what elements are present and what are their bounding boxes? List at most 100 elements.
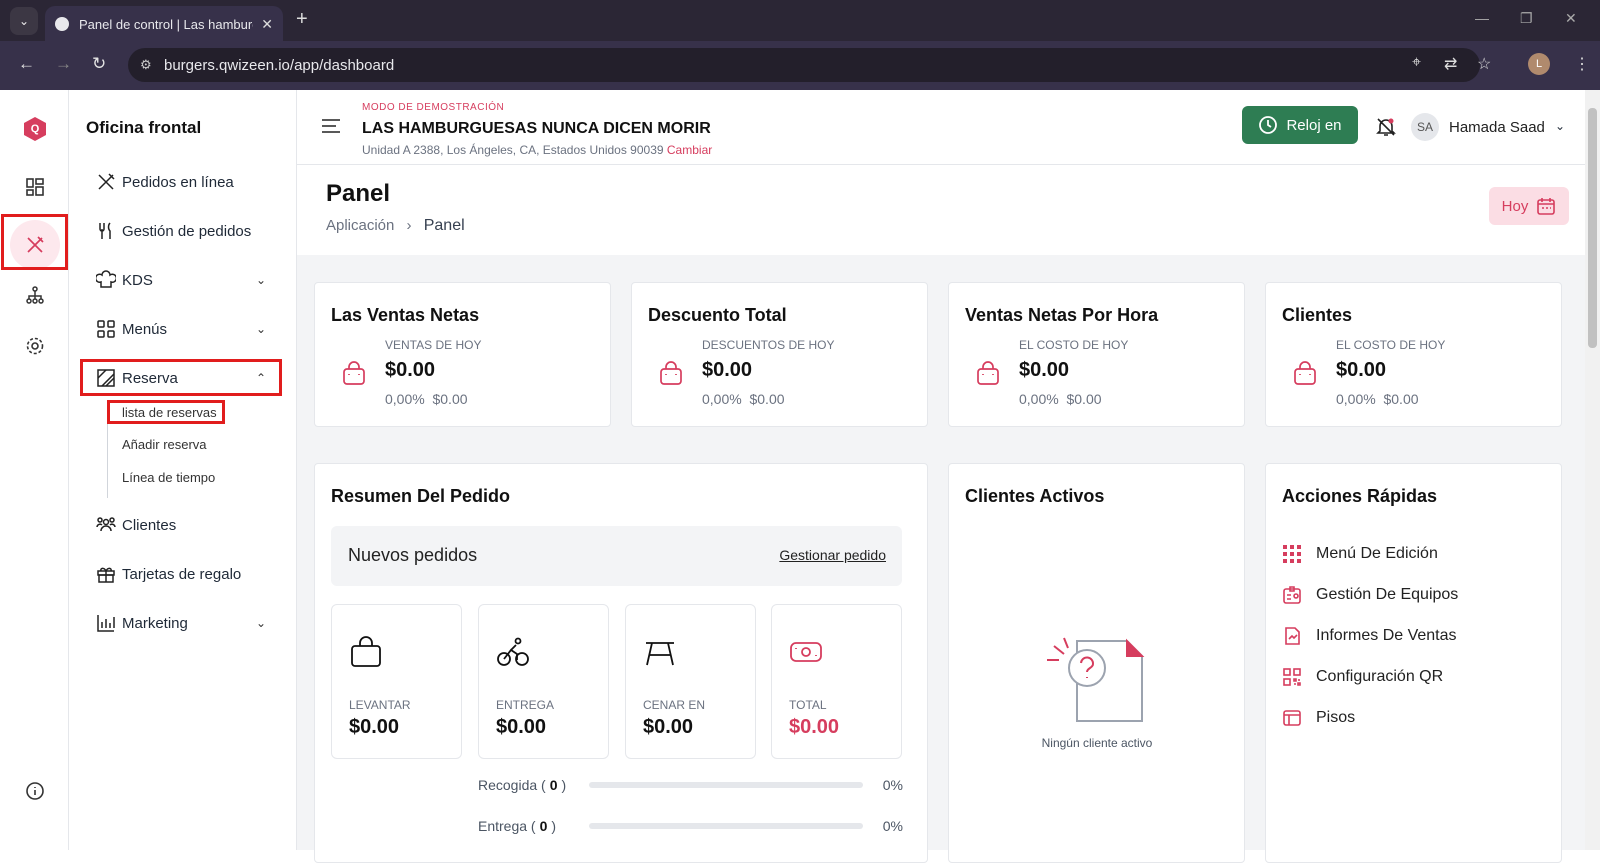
main-area: MODO DE DEMOSTRACIÓN LAS HAMBURGUESAS NU… (297, 90, 1585, 863)
new-orders-title: Nuevos pedidos (348, 545, 478, 565)
sidebar-item-label: Gestión de pedidos (122, 222, 252, 240)
quick-action-label: Gestión De Equipos (1316, 586, 1459, 603)
chart-icon (97, 615, 115, 632)
breadcrumb-separator-icon: › (406, 217, 412, 234)
clock-in-label: Reloj en (1286, 116, 1342, 134)
browser-tab[interactable]: Panel de control | Las hamburg ✕ (45, 6, 283, 42)
sidebar-item-clientes[interactable]: Clientes (96, 515, 266, 535)
new-tab-button[interactable]: + (296, 8, 308, 31)
sidebar-item-marketing[interactable]: Marketing ⌄ (96, 613, 266, 633)
kpi-prev: $0.00 (1066, 391, 1102, 407)
close-window-icon[interactable]: ✕ (1565, 10, 1577, 27)
kpi-pct: 0,00% (702, 391, 742, 407)
quick-action-informes-ventas[interactable]: Informes De Ventas (1282, 626, 1457, 646)
page-title: Panel (326, 180, 391, 207)
address-text: Unidad A 2388, Los Ángeles, CA, Estados … (362, 143, 664, 157)
settings-icon[interactable] (20, 331, 50, 361)
kpi-card-clientes: Clientes EL COSTO DE HOY $0.00 0,00% $0.… (1265, 282, 1562, 427)
location-off-icon[interactable]: ⌖ (1412, 54, 1421, 72)
highlight-lista-reservas (107, 400, 225, 424)
bookmark-star-icon[interactable]: ☆ (1477, 54, 1491, 74)
sidebar-item-kds[interactable]: KDS ⌄ (96, 270, 266, 290)
breadcrumb-root[interactable]: Aplicación (326, 217, 394, 234)
tab-search-button[interactable]: ⌄ (10, 7, 38, 35)
question-document-icon (1047, 637, 1145, 722)
sidebar-item-pedidos-en-linea[interactable]: Pedidos en línea (96, 172, 266, 192)
restore-icon[interactable]: ❐ (1520, 10, 1533, 27)
breadcrumb: Aplicación › Panel (326, 217, 465, 235)
site-info-icon[interactable]: ⚙ (140, 57, 152, 73)
quick-action-menu-edicion[interactable]: Menú De Edición (1282, 544, 1438, 564)
manage-order-link[interactable]: Gestionar pedido (779, 547, 886, 563)
order-summary-title: Resumen Del Pedido (331, 486, 511, 506)
shopping-bag-icon (977, 361, 999, 385)
kpi-label: DESCUENTOS DE HOY (702, 338, 835, 352)
reload-icon[interactable]: ↻ (92, 54, 106, 74)
user-name[interactable]: Hamada Saad (1449, 119, 1545, 136)
clock-in-button[interactable]: Reloj en (1242, 106, 1358, 144)
submenu-anadir-reserva[interactable]: Añadir reserva (122, 437, 207, 452)
kpi-label: EL COSTO DE HOY (1336, 338, 1446, 352)
dashboard-icon[interactable] (20, 172, 50, 202)
sidebar-item-label: Menús (122, 320, 168, 338)
today-date-button[interactable]: Hoy (1489, 187, 1569, 225)
clock-icon (1259, 116, 1278, 134)
kpi-title: Clientes (1282, 305, 1353, 325)
sidebar-item-label: Tarjetas de regalo (122, 565, 242, 583)
order-type-levantar: LEVANTAR $0.00 (331, 604, 462, 759)
quick-action-configuracion-qr[interactable]: Configuración QR (1282, 667, 1443, 687)
kpi-compare: 0,00% $0.00 (1336, 391, 1419, 407)
kpi-prev: $0.00 (749, 391, 785, 407)
page-scrollbar[interactable] (1585, 90, 1600, 850)
order-type-value: $0.00 (496, 716, 547, 738)
back-icon[interactable]: ← (18, 54, 35, 74)
quick-actions-card: Acciones Rápidas Menú De Edición Gestión… (1265, 463, 1562, 863)
kpi-card-ventas-hora: Ventas Netas Por Hora EL COSTO DE HOY $0… (948, 282, 1245, 427)
shopping-bag-icon (343, 361, 365, 385)
sidebar-item-label: Marketing (122, 614, 188, 632)
url-field[interactable]: ⚙ burgers.qwizeen.io/app/dashboard (128, 48, 1480, 82)
change-link[interactable]: Cambiar (667, 143, 712, 157)
organization-icon[interactable] (20, 280, 50, 310)
active-clients-title: Clientes Activos (965, 486, 1105, 506)
forward-icon[interactable]: → (55, 54, 72, 74)
minimize-icon[interactable]: — (1475, 10, 1489, 26)
quick-action-pisos[interactable]: Pisos (1282, 708, 1355, 728)
order-type-value: $0.00 (349, 716, 400, 738)
scrollbar-thumb[interactable] (1588, 108, 1597, 348)
qr-code-icon (1283, 668, 1301, 686)
sidebar-item-tarjetas[interactable]: Tarjetas de regalo (96, 564, 266, 584)
sidebar-item-gestion-pedidos[interactable]: Gestión de pedidos (96, 221, 266, 241)
order-type-entrega: ENTREGA $0.00 (478, 604, 609, 759)
submenu-linea-tiempo[interactable]: Línea de tiempo (122, 470, 215, 485)
address-bar-row: ← → ↻ ⚙ burgers.qwizeen.io/app/dashboard… (0, 41, 1600, 90)
today-label: Hoy (1501, 197, 1529, 215)
progress-count: 0 (549, 777, 558, 793)
store-address: Unidad A 2388, Los Ángeles, CA, Estados … (362, 143, 712, 157)
info-icon[interactable] (20, 776, 50, 806)
progress-entrega: Entrega (0) 0% (478, 818, 903, 834)
grid-icon (97, 320, 115, 338)
kpi-value: $0.00 (1336, 359, 1387, 381)
close-tab-icon[interactable]: ✕ (261, 16, 273, 33)
url-text: burgers.qwizeen.io/app/dashboard (164, 56, 395, 74)
order-type-value: $0.00 (789, 716, 840, 738)
notification-off-icon[interactable] (1375, 116, 1397, 143)
app-logo[interactable]: Q (24, 117, 46, 141)
kpi-label: VENTAS DE HOY (385, 338, 482, 352)
hamburger-menu-icon[interactable] (321, 118, 341, 134)
top-header: MODO DE DEMOSTRACIÓN LAS HAMBURGUESAS NU… (297, 90, 1585, 165)
kpi-pct: 0,00% (1019, 391, 1059, 407)
table-icon (646, 642, 674, 666)
sidebar-item-menus[interactable]: Menús ⌄ (96, 319, 266, 339)
browser-menu-icon[interactable]: ⋮ (1574, 54, 1590, 74)
user-menu-chevron-icon[interactable]: ⌄ (1555, 119, 1565, 133)
tab-strip: ⌄ Panel de control | Las hamburg ✕ + — ❐… (0, 0, 1600, 42)
quick-action-gestion-equipos[interactable]: Gestión De Equipos (1282, 585, 1458, 605)
kpi-value: $0.00 (385, 359, 436, 381)
icon-rail: Q (0, 90, 69, 850)
user-avatar[interactable]: SA (1411, 113, 1439, 141)
translate-icon[interactable]: ⇄ (1444, 54, 1457, 74)
profile-avatar[interactable]: L (1528, 53, 1550, 75)
chef-hat-icon (96, 270, 116, 288)
